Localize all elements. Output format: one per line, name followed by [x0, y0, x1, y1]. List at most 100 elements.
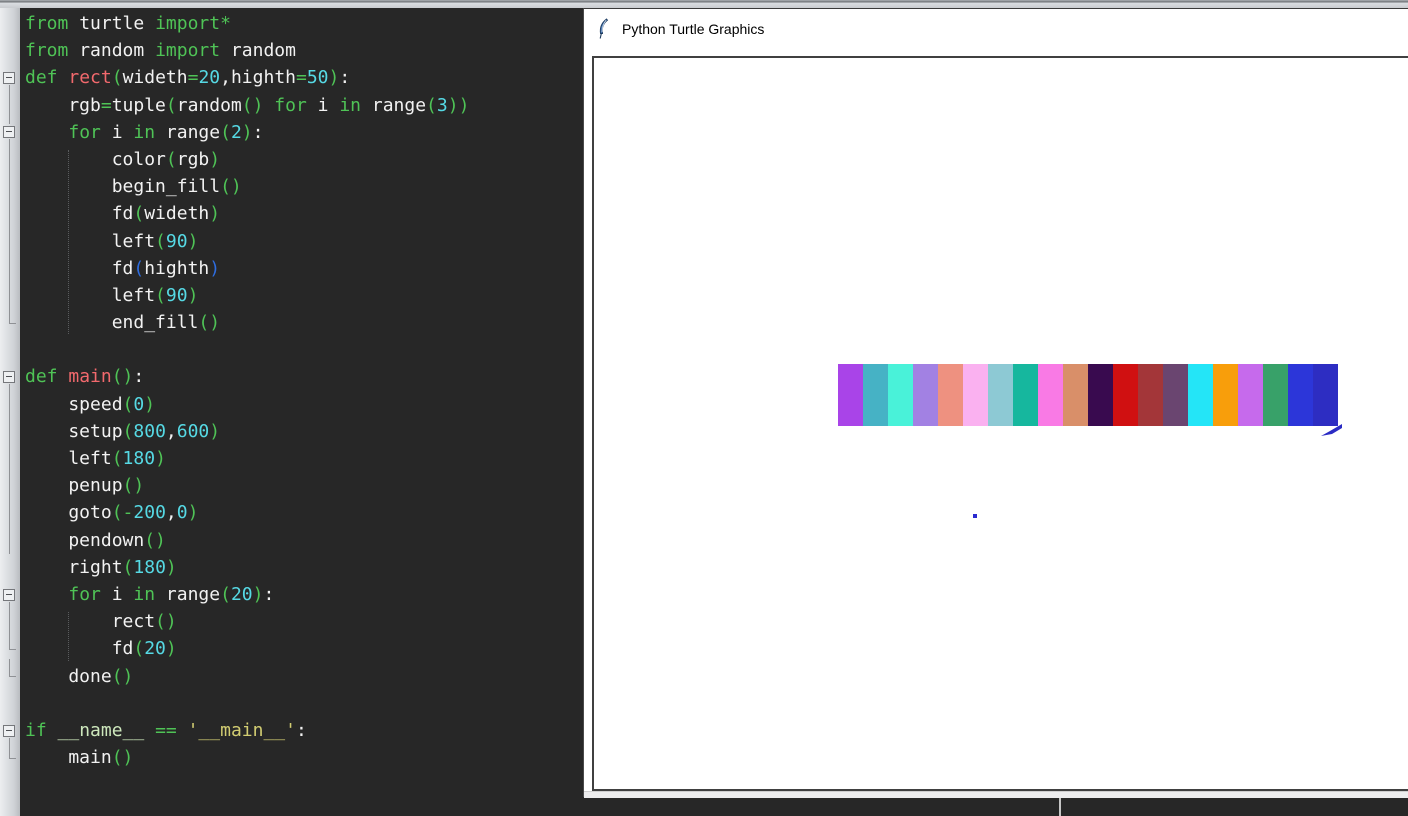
fold-line: [9, 384, 10, 554]
code-token: main: [25, 747, 112, 769]
code-token: (: [426, 94, 437, 116]
code-token: :: [133, 366, 145, 388]
code-token: from: [25, 13, 69, 34]
code-token: (: [220, 121, 231, 143]
code-token: range: [155, 583, 221, 605]
color-bar: [938, 364, 963, 426]
fold-line: [9, 658, 10, 677]
color-bar: [913, 364, 938, 426]
window-title-bar[interactable]: Python Turtle Graphics: [584, 9, 1408, 49]
code-token: import: [155, 13, 221, 34]
code-token: ): [165, 556, 177, 578]
turtle-canvas-frame: [592, 56, 1408, 791]
color-bar: [1263, 364, 1288, 426]
code-token: :: [263, 583, 275, 605]
code-token: 20: [230, 583, 253, 605]
fold-line: [9, 601, 10, 650]
code-token: =: [296, 67, 307, 89]
code-token: main: [68, 366, 112, 388]
code-token: ): [144, 393, 156, 415]
code-editor-pane[interactable]: from turtle import* from random import ra…: [0, 8, 583, 816]
fold-gutter[interactable]: [0, 8, 20, 816]
code-token: (): [111, 366, 134, 388]
code-line: left(90): [25, 282, 583, 309]
indent-guide: [68, 612, 69, 661]
code-token: ,: [165, 420, 177, 442]
code-token: -: [122, 502, 134, 524]
code-line: main(): [25, 744, 583, 771]
code-token: (: [133, 638, 145, 660]
fold-line-corner: [9, 676, 16, 678]
code-token: def: [25, 67, 69, 89]
code-token: ): [187, 230, 199, 252]
code-line: from turtle import*: [25, 10, 583, 37]
code-line: done(): [25, 663, 583, 690]
code-line: fd(highth): [25, 255, 583, 282]
code-token: 20: [144, 638, 166, 660]
code-token: left: [25, 284, 156, 306]
code-token: left: [25, 448, 112, 469]
color-bar: [1013, 364, 1038, 426]
code-token: (): [111, 665, 134, 687]
code-token: end_fill: [25, 312, 199, 334]
code-token: ): [155, 448, 166, 469]
code-token: fd: [25, 203, 134, 225]
code-token: begin_fill: [25, 176, 221, 198]
code-token: 200: [133, 502, 166, 524]
code-token: left: [25, 230, 156, 252]
code-token: highth: [230, 67, 296, 89]
code-token: 50: [306, 67, 329, 89]
fold-line: [9, 737, 10, 758]
color-bar: [1238, 364, 1263, 426]
code-token: i: [306, 94, 340, 116]
color-bar: [1113, 364, 1138, 426]
code-token: setup: [25, 420, 123, 442]
code-token: *: [220, 13, 231, 34]
code-token: ,: [220, 67, 231, 89]
fold-toggle-button[interactable]: [3, 371, 15, 384]
code-token: 90: [165, 230, 188, 252]
code-token: for: [68, 121, 101, 143]
code-token: ==: [155, 719, 177, 741]
fold-toggle-button[interactable]: [3, 724, 15, 737]
code-token: 800: [133, 420, 166, 442]
code-token: (: [165, 148, 177, 170]
color-bar: [1088, 364, 1113, 426]
minus-icon: [6, 77, 12, 78]
code-token: ): [165, 638, 177, 660]
fold-toggle-button[interactable]: [3, 588, 15, 601]
indent-guide: [68, 150, 69, 335]
code-area[interactable]: from turtle import* from random import ra…: [20, 8, 583, 816]
code-line: goto(-200,0): [25, 499, 583, 526]
code-line: speed(0): [25, 391, 583, 418]
background-window-edge: [1059, 798, 1061, 816]
code-token: (: [111, 67, 123, 89]
code-token: :: [339, 67, 351, 89]
code-line: setup(800,600): [25, 418, 583, 445]
code-token: 0: [133, 393, 145, 415]
pen-start-dot: [973, 514, 977, 518]
code-token: for: [68, 583, 101, 605]
fold-toggle-button[interactable]: [3, 126, 15, 139]
code-token: for: [274, 94, 307, 116]
code-token: in: [339, 94, 362, 116]
code-token: rect: [25, 611, 156, 633]
code-line: end_fill(): [25, 309, 583, 336]
code-token: penup: [25, 475, 123, 497]
color-bar: [1138, 364, 1163, 426]
color-bar: [1188, 364, 1213, 426]
code-line: color(rgb): [25, 146, 583, 173]
fold-toggle-button[interactable]: [3, 72, 15, 84]
code-token: i: [100, 583, 134, 605]
turtle-graphics-window: Python Turtle Graphics: [583, 8, 1408, 798]
code-token: (): [111, 747, 134, 769]
code-line: rect(): [25, 608, 583, 635]
code-line: penup(): [25, 472, 583, 499]
code-line: if __name__ == '__main__':: [25, 717, 583, 744]
code-token: range: [155, 121, 221, 143]
color-bar-strip: [838, 364, 1338, 426]
code-token: (): [144, 529, 166, 551]
